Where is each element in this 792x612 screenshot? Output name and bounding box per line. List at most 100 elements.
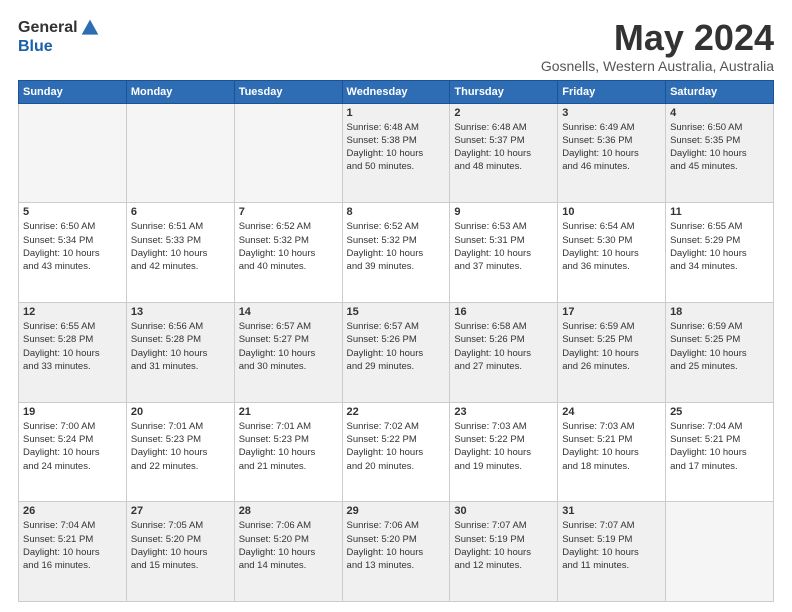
day-number: 30 <box>454 505 553 517</box>
day-info: Sunrise: 7:03 AM Sunset: 5:22 PM Dayligh… <box>454 420 553 473</box>
day-info: Sunrise: 7:07 AM Sunset: 5:19 PM Dayligh… <box>454 519 553 572</box>
day-number: 11 <box>670 206 769 218</box>
calendar-row-4: 26Sunrise: 7:04 AM Sunset: 5:21 PM Dayli… <box>19 502 774 602</box>
logo: General Blue <box>18 18 100 56</box>
day-info: Sunrise: 7:03 AM Sunset: 5:21 PM Dayligh… <box>562 420 661 473</box>
calendar-cell: 15 Sunrise: 6:57 AM Sunset: 5:26 PM Dayli… <box>342 302 450 402</box>
day-number: 18 <box>670 306 769 318</box>
calendar-cell <box>666 502 774 602</box>
calendar-cell: 12 Sunrise: 6:55 AM Sunset: 5:28 PM Dayli… <box>19 302 127 402</box>
day-info: Sunrise: 7:02 AM Sunset: 5:22 PM Dayligh… <box>347 420 446 473</box>
calendar-cell: 13 Sunrise: 6:56 AM Sunset: 5:28 PM Dayli… <box>126 302 234 402</box>
calendar-cell: 17 Sunrise: 6:59 AM Sunset: 5:25 PM Dayli… <box>558 302 666 402</box>
day-number: 2 <box>454 107 553 119</box>
day-info: Sunrise: 6:59 AM Sunset: 5:25 PM Dayligh… <box>562 320 661 373</box>
day-number: 20 <box>131 406 230 418</box>
day-info: Sunrise: 7:07 AM Sunset: 5:19 PM Dayligh… <box>562 519 661 572</box>
day-number: 21 <box>239 406 338 418</box>
calendar-cell: 4Sunrise: 6:50 AM Sunset: 5:35 PM Daylig… <box>666 103 774 203</box>
col-tuesday: Tuesday <box>234 80 342 103</box>
calendar-cell: 29Sunrise: 7:06 AM Sunset: 5:20 PM Dayli… <box>342 502 450 602</box>
day-number: 16 <box>454 306 553 318</box>
calendar-cell: 5 Sunrise: 6:50 AM Sunset: 5:34 PM Daylig… <box>19 203 127 303</box>
day-number: 15 <box>347 306 446 318</box>
calendar-row-3: 19 Sunrise: 7:00 AM Sunset: 5:24 PM Dayli… <box>19 402 774 502</box>
calendar-cell: 10Sunrise: 6:54 AM Sunset: 5:30 PM Dayli… <box>558 203 666 303</box>
col-saturday: Saturday <box>666 80 774 103</box>
day-number: 1 <box>347 107 446 119</box>
calendar-row-2: 12 Sunrise: 6:55 AM Sunset: 5:28 PM Dayli… <box>19 302 774 402</box>
logo-icon <box>80 18 100 38</box>
day-info: Sunrise: 6:49 AM Sunset: 5:36 PM Dayligh… <box>562 121 661 174</box>
col-wednesday: Wednesday <box>342 80 450 103</box>
day-number: 23 <box>454 406 553 418</box>
day-number: 7 <box>239 206 338 218</box>
day-number: 14 <box>239 306 338 318</box>
day-info: Sunrise: 6:55 AM Sunset: 5:29 PM Dayligh… <box>670 220 769 273</box>
day-number: 19 <box>23 406 122 418</box>
calendar-row-1: 5 Sunrise: 6:50 AM Sunset: 5:34 PM Daylig… <box>19 203 774 303</box>
day-number: 29 <box>347 505 446 517</box>
day-number: 5 <box>23 206 122 218</box>
calendar-cell: 18 Sunrise: 6:59 AM Sunset: 5:25 PM Dayli… <box>666 302 774 402</box>
calendar-cell: 9 Sunrise: 6:53 AM Sunset: 5:31 PM Daylig… <box>450 203 558 303</box>
calendar-cell: 6Sunrise: 6:51 AM Sunset: 5:33 PM Daylig… <box>126 203 234 303</box>
day-info: Sunrise: 7:06 AM Sunset: 5:20 PM Dayligh… <box>239 519 338 572</box>
day-info: Sunrise: 6:57 AM Sunset: 5:27 PM Dayligh… <box>239 320 338 373</box>
calendar-cell: 23 Sunrise: 7:03 AM Sunset: 5:22 PM Dayli… <box>450 402 558 502</box>
day-number: 12 <box>23 306 122 318</box>
day-info: Sunrise: 6:56 AM Sunset: 5:28 PM Dayligh… <box>131 320 230 373</box>
month-title: May 2024 <box>541 18 774 58</box>
col-thursday: Thursday <box>450 80 558 103</box>
day-number: 24 <box>562 406 661 418</box>
day-number: 31 <box>562 505 661 517</box>
calendar-cell: 11 Sunrise: 6:55 AM Sunset: 5:29 PM Dayli… <box>666 203 774 303</box>
day-number: 28 <box>239 505 338 517</box>
calendar-cell: 27Sunrise: 7:05 AM Sunset: 5:20 PM Dayli… <box>126 502 234 602</box>
calendar-cell: 21 Sunrise: 7:01 AM Sunset: 5:23 PM Dayli… <box>234 402 342 502</box>
day-info: Sunrise: 6:48 AM Sunset: 5:38 PM Dayligh… <box>347 121 446 174</box>
calendar-cell: 1 Sunrise: 6:48 AM Sunset: 5:38 PM Daylig… <box>342 103 450 203</box>
col-sunday: Sunday <box>19 80 127 103</box>
day-number: 27 <box>131 505 230 517</box>
day-number: 13 <box>131 306 230 318</box>
day-info: Sunrise: 6:59 AM Sunset: 5:25 PM Dayligh… <box>670 320 769 373</box>
day-info: Sunrise: 6:52 AM Sunset: 5:32 PM Dayligh… <box>347 220 446 273</box>
page-container: General Blue May 2024 Gosnells, Western … <box>0 0 792 612</box>
calendar-cell: 24 Sunrise: 7:03 AM Sunset: 5:21 PM Dayli… <box>558 402 666 502</box>
day-info: Sunrise: 6:51 AM Sunset: 5:33 PM Dayligh… <box>131 220 230 273</box>
calendar-cell: 25Sunrise: 7:04 AM Sunset: 5:21 PM Dayli… <box>666 402 774 502</box>
day-number: 9 <box>454 206 553 218</box>
calendar-cell: 7 Sunrise: 6:52 AM Sunset: 5:32 PM Daylig… <box>234 203 342 303</box>
calendar-cell <box>19 103 127 203</box>
day-info: Sunrise: 7:00 AM Sunset: 5:24 PM Dayligh… <box>23 420 122 473</box>
calendar-cell: 20 Sunrise: 7:01 AM Sunset: 5:23 PM Dayli… <box>126 402 234 502</box>
day-info: Sunrise: 6:50 AM Sunset: 5:34 PM Dayligh… <box>23 220 122 273</box>
col-friday: Friday <box>558 80 666 103</box>
day-number: 8 <box>347 206 446 218</box>
day-info: Sunrise: 6:53 AM Sunset: 5:31 PM Dayligh… <box>454 220 553 273</box>
calendar-cell: 28 Sunrise: 7:06 AM Sunset: 5:20 PM Dayli… <box>234 502 342 602</box>
calendar-cell: 26Sunrise: 7:04 AM Sunset: 5:21 PM Dayli… <box>19 502 127 602</box>
day-info: Sunrise: 6:55 AM Sunset: 5:28 PM Dayligh… <box>23 320 122 373</box>
day-number: 25 <box>670 406 769 418</box>
day-info: Sunrise: 6:58 AM Sunset: 5:26 PM Dayligh… <box>454 320 553 373</box>
day-info: Sunrise: 6:52 AM Sunset: 5:32 PM Dayligh… <box>239 220 338 273</box>
day-number: 17 <box>562 306 661 318</box>
logo-blue-text: Blue <box>18 38 53 56</box>
calendar-cell: 16 Sunrise: 6:58 AM Sunset: 5:26 PM Dayli… <box>450 302 558 402</box>
calendar-cell: 30 Sunrise: 7:07 AM Sunset: 5:19 PM Dayli… <box>450 502 558 602</box>
day-info: Sunrise: 7:04 AM Sunset: 5:21 PM Dayligh… <box>23 519 122 572</box>
calendar-cell: 3 Sunrise: 6:49 AM Sunset: 5:36 PM Daylig… <box>558 103 666 203</box>
calendar-cell: 8 Sunrise: 6:52 AM Sunset: 5:32 PM Daylig… <box>342 203 450 303</box>
calendar-cell: 14 Sunrise: 6:57 AM Sunset: 5:27 PM Dayli… <box>234 302 342 402</box>
day-info: Sunrise: 7:01 AM Sunset: 5:23 PM Dayligh… <box>239 420 338 473</box>
day-info: Sunrise: 6:57 AM Sunset: 5:26 PM Dayligh… <box>347 320 446 373</box>
calendar-cell: 2Sunrise: 6:48 AM Sunset: 5:37 PM Daylig… <box>450 103 558 203</box>
day-number: 22 <box>347 406 446 418</box>
day-info: Sunrise: 7:01 AM Sunset: 5:23 PM Dayligh… <box>131 420 230 473</box>
calendar-row-0: 1 Sunrise: 6:48 AM Sunset: 5:38 PM Daylig… <box>19 103 774 203</box>
day-number: 3 <box>562 107 661 119</box>
calendar-cell <box>126 103 234 203</box>
location: Gosnells, Western Australia, Australia <box>541 58 774 74</box>
